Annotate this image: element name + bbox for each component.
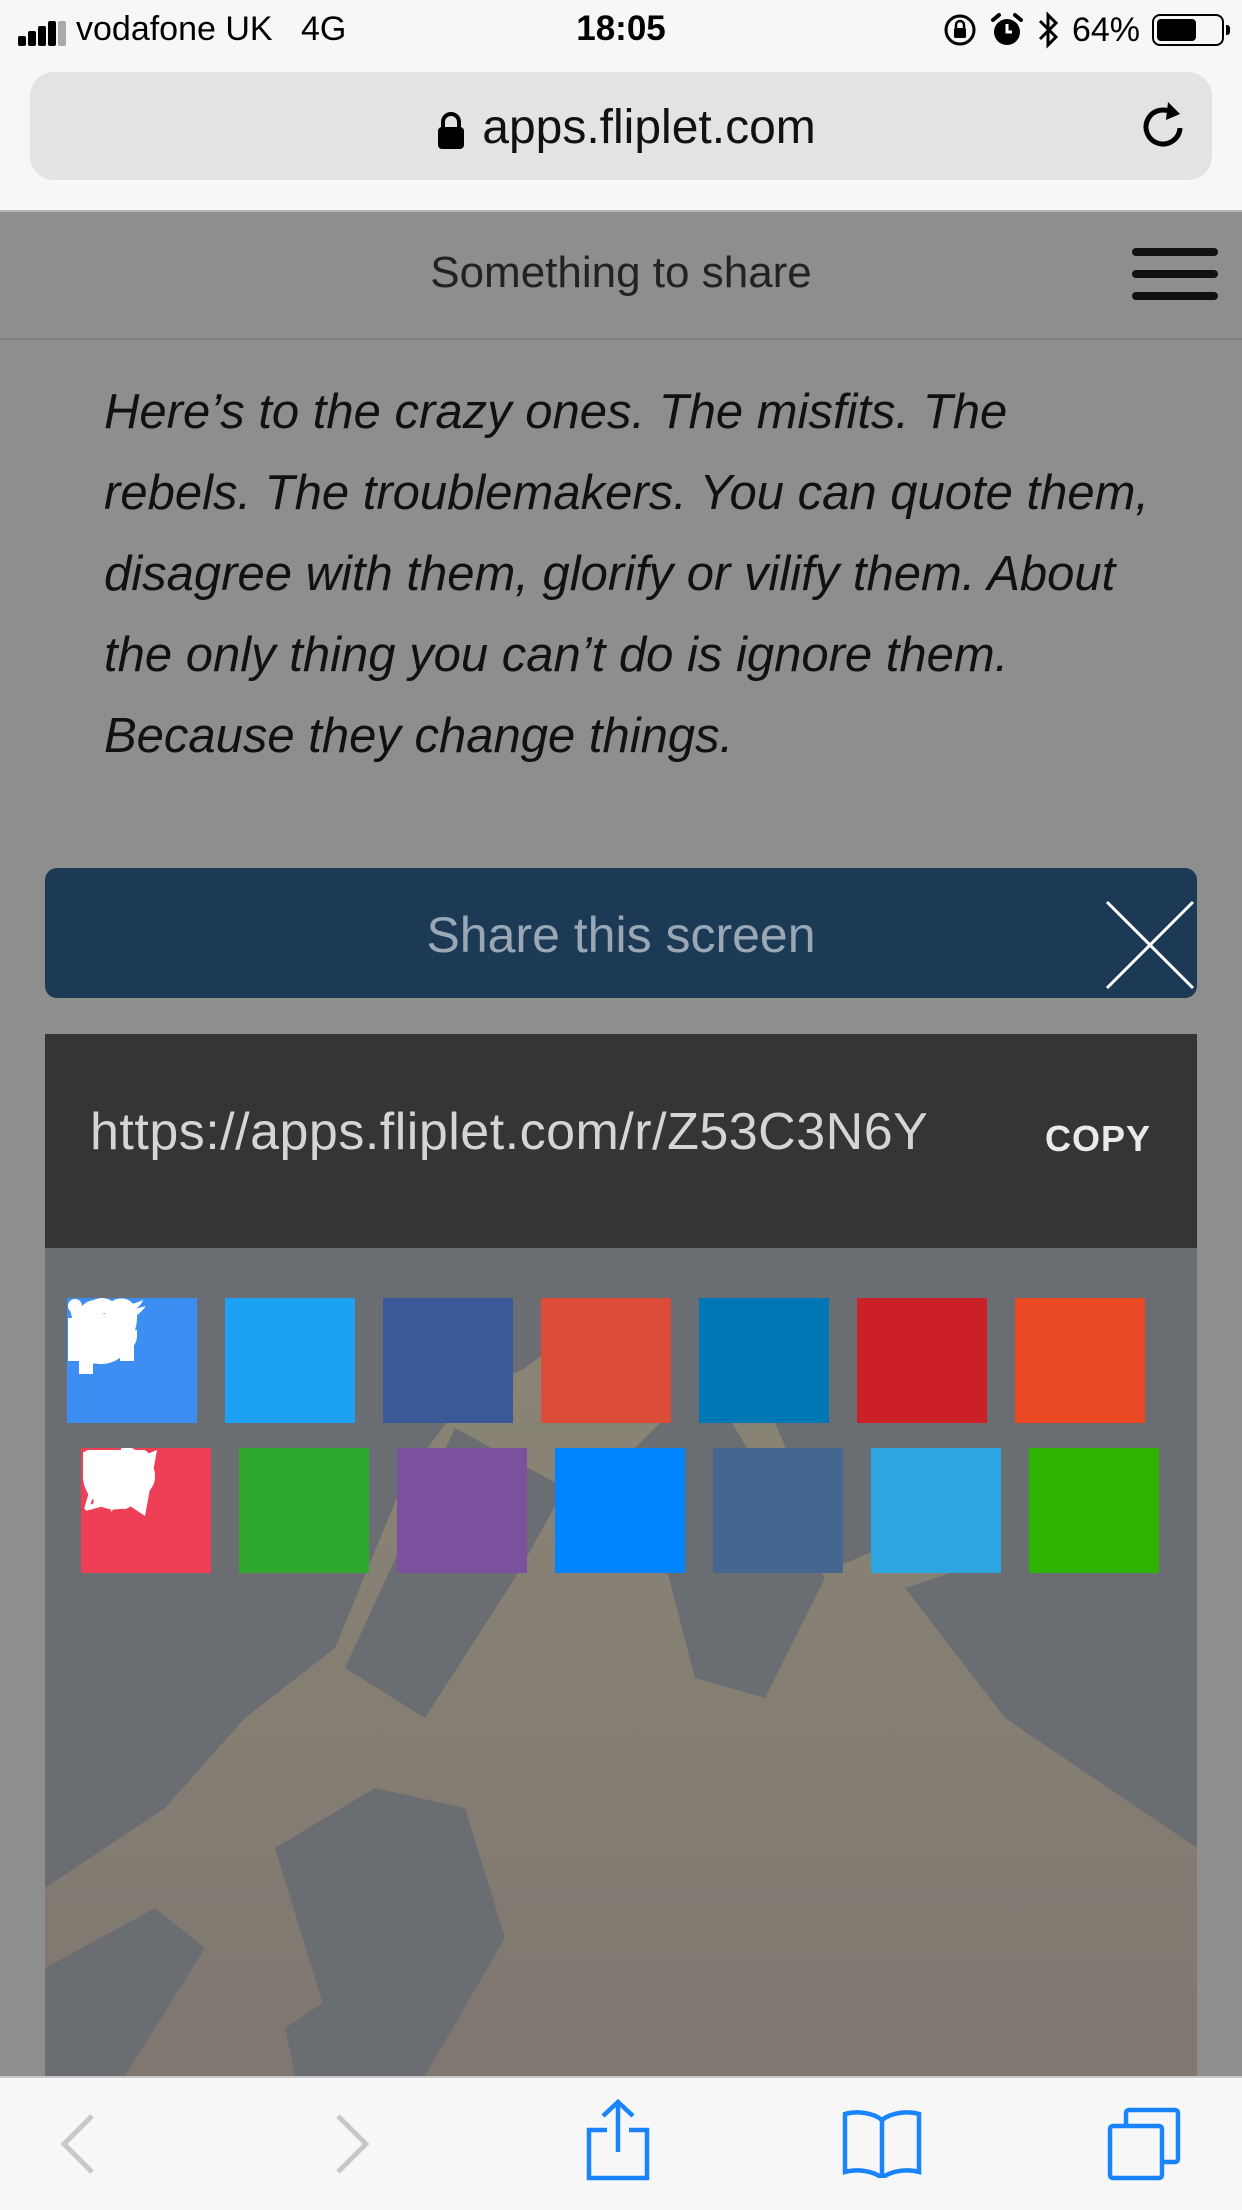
status-indicators: 64% <box>942 10 1230 50</box>
share-whatsapp-button[interactable] <box>84 1448 369 1573</box>
share-telegram-button[interactable] <box>83 1448 1001 1573</box>
reload-icon[interactable] <box>1138 98 1190 154</box>
battery-percentage: 64% <box>1071 10 1140 49</box>
forward-icon[interactable] <box>332 2114 372 2174</box>
share-icons-row-1 <box>67 1298 1145 1423</box>
share-linkedin-button[interactable] <box>68 1298 829 1423</box>
url-text: apps.fliplet.com <box>482 101 816 154</box>
rotation-lock-icon <box>944 14 976 46</box>
share-vk-button[interactable] <box>83 1448 843 1573</box>
share-google-button[interactable] <box>68 1298 671 1423</box>
speech-bubble-icon <box>83 1450 155 1508</box>
share-facebook-button[interactable] <box>68 1298 513 1423</box>
browser-toolbar <box>0 2076 1242 2210</box>
app-header: Something to share <box>0 212 1242 340</box>
share-twitter-button[interactable] <box>67 1298 355 1423</box>
share-icons-row-2 <box>81 1448 1159 1573</box>
browser-address-bar-area: apps.fliplet.com <box>0 62 1242 212</box>
menu-icon[interactable] <box>1132 248 1218 304</box>
quote-text: Here’s to the crazy ones. The misfits. T… <box>104 385 1150 763</box>
share-viber-button[interactable] <box>90 1448 527 1573</box>
address-bar[interactable]: apps.fliplet.com <box>30 72 1212 180</box>
share-link-url[interactable]: https://apps.fliplet.com/r/Z53C3N6Y <box>90 1102 928 1162</box>
share-icon[interactable] <box>585 2098 651 2182</box>
tabs-icon[interactable] <box>1106 2106 1182 2182</box>
back-icon[interactable] <box>58 2114 98 2174</box>
copy-button[interactable]: COPY <box>1045 1118 1151 1160</box>
alarm-icon <box>990 13 1023 45</box>
share-overlay-header: Share this screen <box>45 868 1197 998</box>
page-title: Something to share <box>430 248 812 297</box>
share-stumbleupon-button[interactable] <box>72 1298 1145 1423</box>
share-pinterest-button[interactable] <box>69 1298 987 1423</box>
share-line-button[interactable] <box>83 1448 1159 1573</box>
share-link-box: https://apps.fliplet.com/r/Z53C3N6Y COPY <box>45 1034 1197 1248</box>
stumbleupon-icon <box>72 1298 137 1352</box>
bookmarks-icon[interactable] <box>842 2108 922 2178</box>
share-messenger-button[interactable] <box>83 1448 685 1573</box>
status-bar: vodafone UK 4G 18:05 64% <box>0 0 1242 62</box>
share-title: Share this screen <box>426 907 816 963</box>
share-background-image <box>45 1248 1197 2076</box>
close-icon[interactable] <box>1103 898 1197 992</box>
page-content: Something to share Here’s to the crazy o… <box>0 212 1242 2076</box>
battery-icon <box>1152 14 1230 46</box>
bluetooth-icon <box>1038 11 1059 49</box>
